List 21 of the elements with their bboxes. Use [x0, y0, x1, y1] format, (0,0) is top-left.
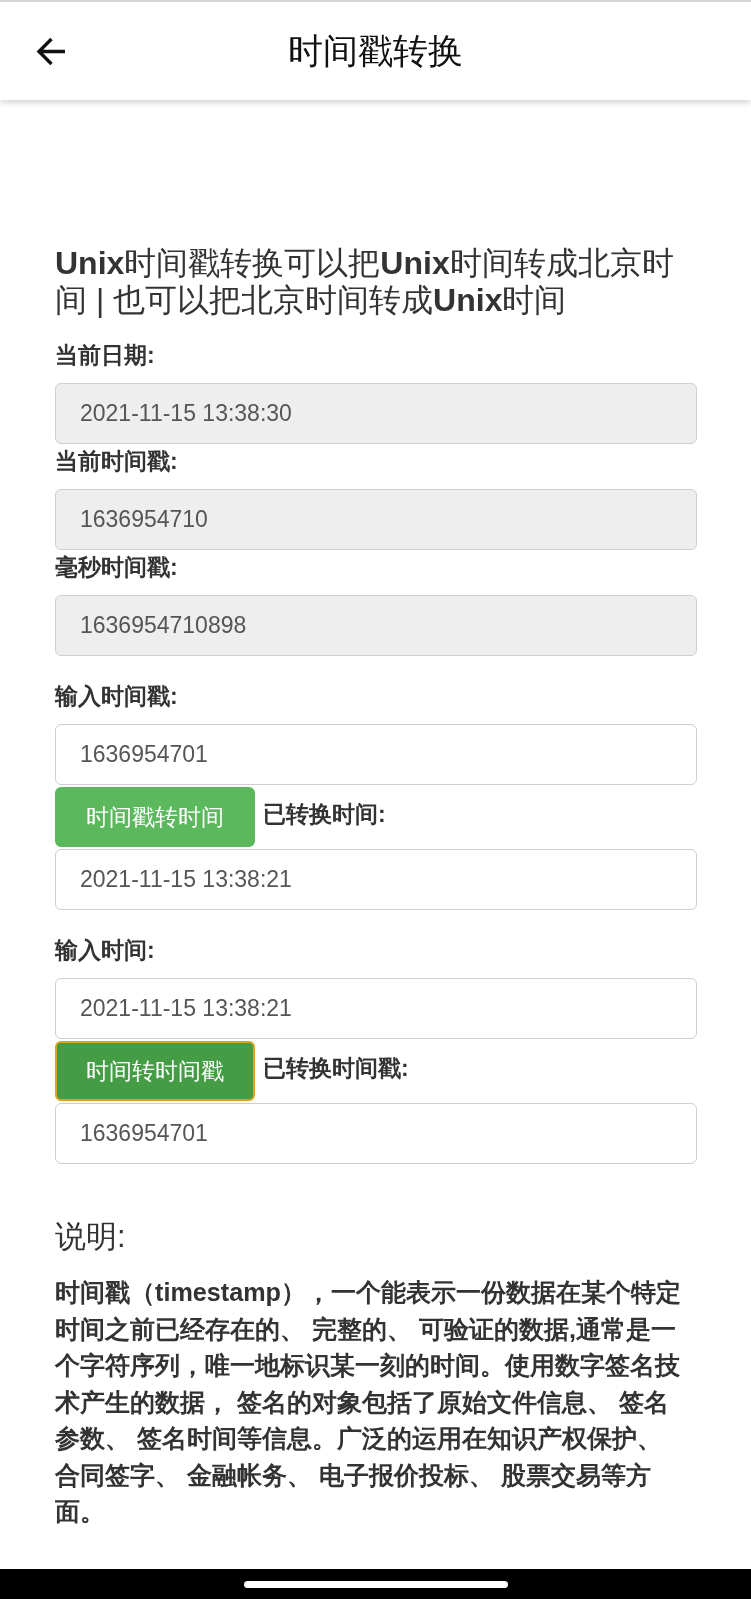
- readonly-field[interactable]: 1636954710: [55, 489, 697, 550]
- result-label: 已转换时间:: [263, 800, 386, 829]
- notes-heading: 说明:: [55, 1218, 127, 1256]
- back-icon[interactable]: [36, 36, 66, 66]
- page-title: 时间戳转换: [288, 30, 463, 72]
- field-label: 当前日期:: [55, 341, 156, 370]
- field-label: 当前时间戳:: [55, 447, 179, 476]
- input-field[interactable]: 1636954701: [55, 724, 697, 785]
- field-label: 毫秒时间戳:: [55, 553, 179, 582]
- input-field[interactable]: 2021-11-15 13:38:21: [55, 849, 697, 910]
- readonly-field[interactable]: 2021-11-15 13:38:30: [55, 383, 697, 444]
- intro-text: Unix时间戳转换可以把Unix时间转成北京时间 | 也可以把北京时间转成Unix时间: [55, 245, 675, 319]
- notes-paragraph: 时间戳（timestamp），一个能表示一份数据在某个特定时间之前已经存在的、 完整的、 可验证的数据,通常是一个字符序列，唯一地标识某一刻的时间。使用数字签名技术产生的数据， 签名的对象包括了原始文件信息、 签名参数、 签名时间等信息。广泛的运用在知识产权保护、合同签字、 金融帐务、 电子报价投标、 股票交易等方面。: [55, 1277, 682, 1527]
- field-label: 输入时间戳:: [55, 682, 179, 711]
- convert-button[interactable]: 时间转时间戳: [55, 1041, 255, 1101]
- input-field[interactable]: 2021-11-15 13:38:21: [55, 978, 697, 1039]
- input-field[interactable]: 1636954701: [55, 1103, 697, 1164]
- readonly-field[interactable]: 1636954710898: [55, 595, 697, 656]
- field-label: 输入时间:: [55, 936, 156, 965]
- result-label: 已转换时间戳:: [263, 1054, 409, 1083]
- home-indicator[interactable]: [243, 1580, 508, 1588]
